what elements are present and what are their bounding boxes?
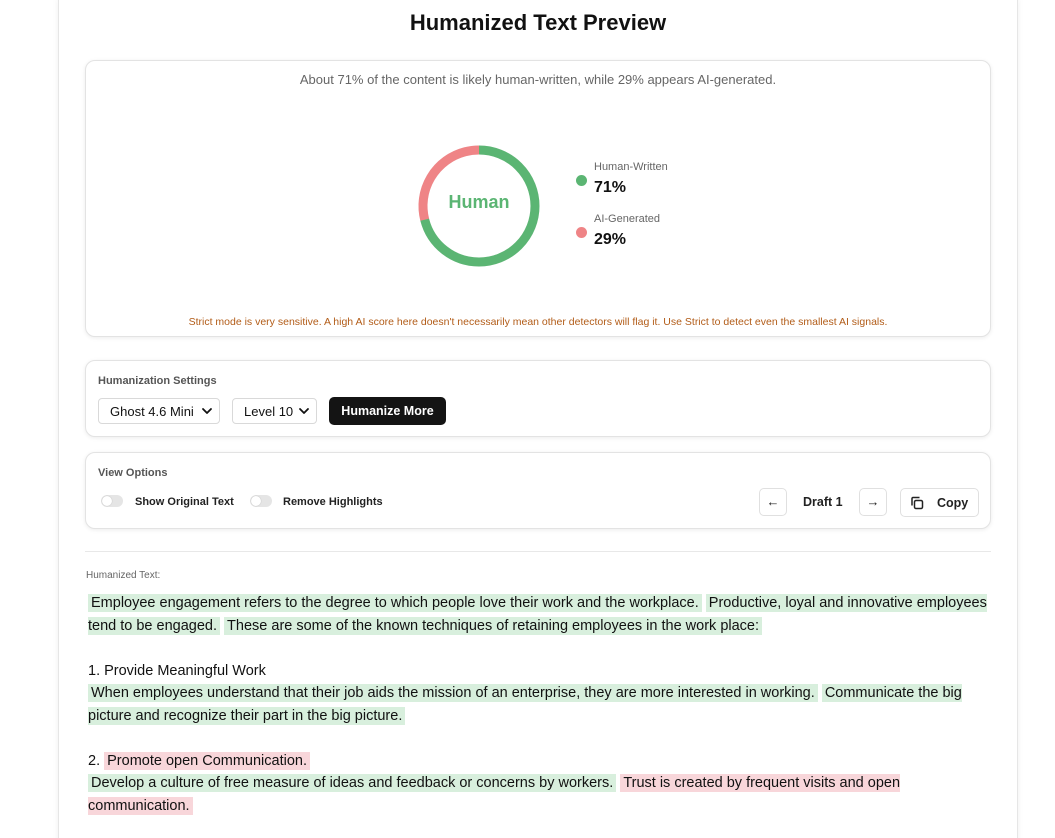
humanize-more-button[interactable]: Humanize More — [329, 397, 446, 425]
human-dot-icon — [576, 175, 587, 186]
show-original-toggle[interactable] — [101, 495, 123, 507]
copy-icon — [911, 496, 924, 510]
plain-text: 1. Provide Meaningful Work — [88, 662, 266, 679]
page-title: Humanized Text Preview — [409, 10, 667, 35]
detection-summary: About 71% of the content is likely human… — [299, 72, 777, 87]
human-sentence: Develop a culture of free measure of ide… — [88, 774, 617, 792]
chevron-down-icon — [299, 408, 309, 414]
legend-human-label: Human-Written — [594, 161, 668, 173]
remove-highlights-label: Remove Highlights — [283, 496, 383, 508]
copy-label: Copy — [937, 496, 969, 510]
strict-mode-warning: Strict mode is very sensitive. A high AI… — [188, 316, 888, 328]
remove-highlights-toggle[interactable] — [250, 495, 272, 507]
model-select[interactable]: Ghost 4.6 Mini — [98, 398, 220, 424]
page: Humanized Text Preview About 71% of the … — [0, 0, 1055, 838]
plain-text: 2. — [88, 752, 101, 769]
model-select-value: Ghost 4.6 Mini — [110, 404, 194, 419]
view-options-label: View Options — [98, 467, 168, 479]
human-sentence: Employee engagement refers to the degree… — [88, 594, 702, 612]
output-paragraph: 2. Promote open Communication. Develop a … — [88, 750, 988, 818]
ai-sentence: Promote open Communication. — [104, 751, 311, 770]
legend-human-value: 71% — [594, 179, 627, 196]
draft-label: Draft 1 — [803, 495, 843, 509]
output-paragraph: Employee engagement refers to the degree… — [88, 592, 988, 637]
previous-draft-button[interactable]: ← — [759, 488, 787, 516]
humanization-settings-card: Humanization Settings Ghost 4.6 Mini Lev… — [85, 360, 991, 437]
legend-ai-label: AI-Generated — [594, 213, 661, 225]
arrow-right-icon: → — [866, 494, 880, 509]
chevron-down-icon — [202, 408, 212, 414]
humanized-text-label: Humanized Text: — [86, 570, 161, 581]
level-select[interactable]: Level 10 — [232, 398, 317, 424]
level-select-value: Level 10 — [244, 404, 294, 419]
legend-ai-value: 29% — [594, 231, 627, 248]
donut-center-label: Human — [448, 192, 510, 212]
ai-dot-icon — [576, 227, 587, 238]
detection-card: About 71% of the content is likely human… — [85, 60, 991, 337]
copy-button[interactable]: Copy — [900, 488, 979, 517]
output-paragraph: 1. Provide Meaningful Work When employees… — [88, 660, 988, 728]
human-sentence: These are some of the known techniques o… — [224, 616, 763, 635]
show-original-label: Show Original Text — [135, 496, 234, 508]
next-draft-button[interactable]: → — [859, 488, 887, 516]
divider — [85, 551, 991, 552]
human-sentence: When employees understand that their job… — [88, 684, 818, 702]
humanized-text-output[interactable]: Employee engagement refers to the degree… — [88, 592, 988, 817]
arrow-left-icon: ← — [766, 494, 780, 509]
view-options-card: View Options Show Original Text Remove H… — [85, 452, 991, 529]
settings-label: Humanization Settings — [98, 375, 217, 387]
